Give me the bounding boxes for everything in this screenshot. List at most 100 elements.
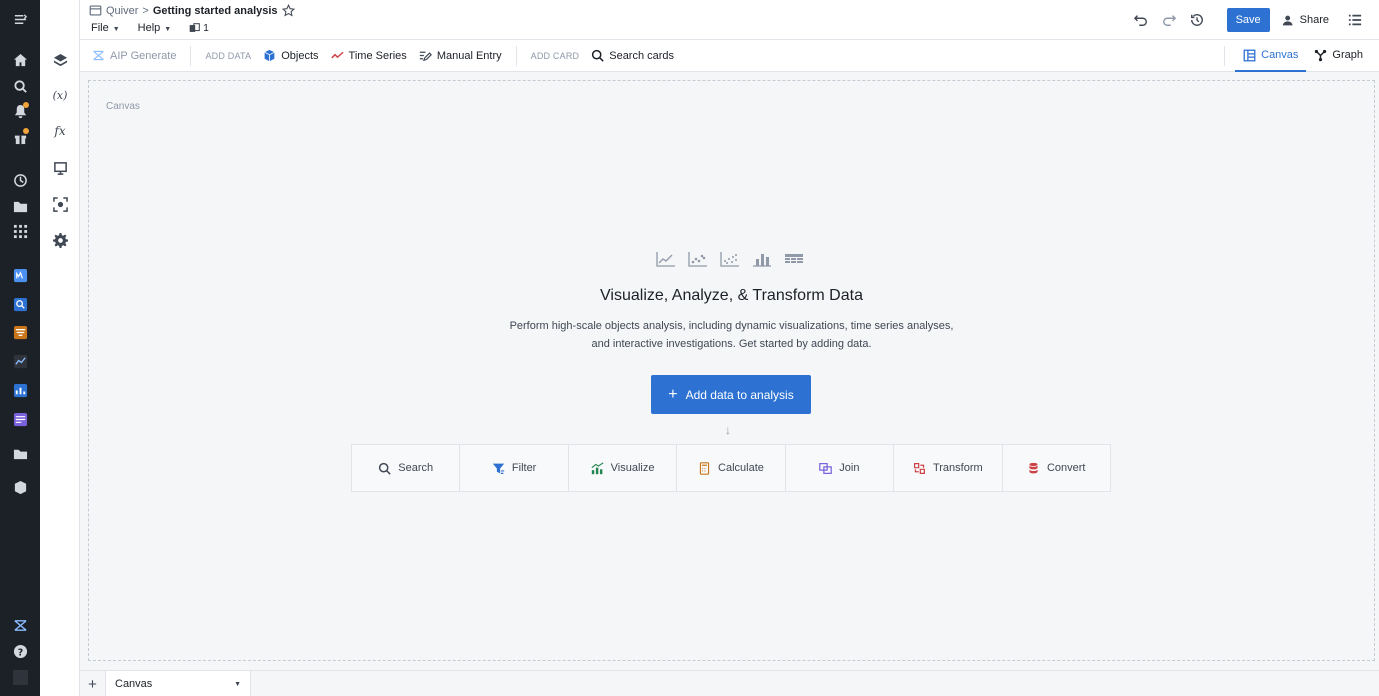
visualize-icon — [591, 461, 604, 474]
density-plot-icon — [720, 252, 739, 267]
calculate-icon — [699, 461, 710, 475]
redo-icon[interactable] — [1155, 6, 1183, 34]
action-calculate[interactable]: Calculate — [677, 445, 786, 491]
notifications-icon[interactable] — [10, 101, 30, 121]
pages-icon — [189, 22, 201, 32]
history-icon[interactable] — [10, 170, 30, 190]
version-history-icon[interactable] — [1183, 6, 1211, 34]
search-icon — [592, 49, 604, 62]
canvas-label: Canvas — [106, 101, 140, 112]
app-icon-explorer[interactable] — [10, 294, 30, 314]
undo-icon[interactable] — [1127, 6, 1155, 34]
chevron-down-icon: ▼ — [164, 26, 172, 33]
focus-icon[interactable] — [50, 194, 70, 214]
canvas-tab-label: Canvas — [115, 678, 153, 690]
chevron-down-icon: ▼ — [112, 26, 120, 33]
help-icon[interactable]: ? — [10, 641, 30, 661]
app-icon-files[interactable] — [10, 443, 30, 463]
menu-file[interactable]: File ▼ — [91, 22, 120, 34]
gift-dot — [23, 128, 29, 134]
toolbar-divider — [515, 45, 517, 66]
properties-list-icon[interactable] — [1341, 6, 1369, 34]
canvas-area[interactable]: Canvas Visualize, Analyze, & Transform D… — [88, 80, 1375, 661]
global-nav-rail: ? — [0, 0, 40, 696]
action-transform[interactable]: Transform — [894, 445, 1003, 491]
app-icon-pipeline[interactable] — [10, 322, 30, 342]
line-chart-icon — [330, 51, 344, 59]
tab-graph[interactable]: Graph — [1306, 40, 1371, 72]
action-convert[interactable]: Convert — [1003, 445, 1110, 491]
search-cards-button[interactable]: Search cards — [591, 49, 674, 62]
action-filter[interactable]: Filter — [460, 445, 569, 491]
analysis-title[interactable]: Getting started analysis — [153, 5, 278, 17]
empty-state-description: Perform high-scale objects analysis, inc… — [89, 317, 1374, 353]
menu-help[interactable]: Help ▼ — [138, 22, 172, 34]
transform-icon — [913, 462, 925, 474]
share-button[interactable]: Share — [1282, 14, 1329, 27]
chevron-down-icon[interactable]: ▼ — [234, 681, 241, 688]
tab-canvas[interactable]: Canvas — [1235, 40, 1307, 72]
app-icon-objects[interactable] — [10, 477, 30, 497]
add-toolbar: AIP Generate ADD DATA Objects Time Serie… — [80, 40, 1379, 72]
add-data-to-analysis-button[interactable]: + Add data to analysis — [651, 375, 811, 414]
breadcrumb-separator: > — [142, 4, 149, 17]
add-canvas-tab-button[interactable]: + — [80, 671, 106, 696]
manual-entry-button[interactable]: Manual Entry — [419, 49, 502, 62]
bar-chart-icon — [753, 254, 771, 267]
save-button[interactable]: Save — [1226, 8, 1270, 32]
action-visualize[interactable]: Visualize — [569, 445, 678, 491]
person-icon — [1282, 15, 1293, 25]
action-card-row: Search Filter Visualize Calculate Join T… — [351, 444, 1111, 492]
tool-sidebar: (x) fx — [40, 0, 80, 696]
notification-dot — [23, 102, 29, 108]
star-icon[interactable] — [281, 4, 295, 17]
aip-generate-button[interactable]: AIP Generate — [92, 49, 176, 62]
app-icon-quiver[interactable] — [10, 351, 30, 371]
folder-icon[interactable] — [10, 196, 30, 216]
filter-icon — [492, 463, 505, 474]
search-icon[interactable] — [10, 76, 30, 96]
home-icon[interactable] — [10, 50, 30, 70]
manual-entry-icon — [419, 51, 432, 62]
gift-icon[interactable] — [10, 127, 30, 147]
action-search[interactable]: Search — [352, 445, 461, 491]
quiver-app: ? (x) fx Quiver > Getting started analys… — [0, 0, 1379, 696]
aip-icon[interactable] — [10, 615, 30, 635]
description-line-1: Perform high-scale objects analysis, inc… — [509, 320, 954, 332]
arrow-down-icon: ↓ — [725, 423, 731, 437]
convert-icon — [1029, 462, 1038, 473]
description-line-2: and interactive investigations. Get star… — [591, 338, 872, 350]
line-chart-icon — [656, 252, 675, 267]
plus-icon: + — [668, 385, 678, 403]
canvas-tab[interactable]: Canvas ▼ — [106, 671, 251, 696]
page-count[interactable]: 1 — [189, 22, 209, 34]
menu-collapse-icon[interactable] — [10, 9, 30, 29]
cube-icon — [264, 49, 275, 62]
app-header: Quiver > Getting started analysis File ▼ … — [80, 0, 1379, 40]
variables-icon[interactable]: (x) — [50, 85, 70, 105]
empty-state-heading: Visualize, Analyze, & Transform Data — [600, 287, 863, 304]
view-tabs: Canvas Graph — [1224, 40, 1379, 72]
breadcrumb: Quiver > Getting started analysis — [89, 4, 295, 17]
objects-button[interactable]: Objects — [263, 49, 319, 62]
app-icon-contour[interactable] — [10, 380, 30, 400]
dashboard-icon[interactable] — [50, 158, 70, 178]
apps-grid-icon[interactable] — [10, 221, 30, 241]
add-card-section-label: ADD CARD — [530, 50, 580, 61]
search-icon — [379, 462, 391, 475]
layers-icon[interactable] — [50, 50, 70, 70]
function-icon[interactable]: fx — [50, 121, 70, 141]
action-join[interactable]: Join — [786, 445, 895, 491]
canvas-layout-icon — [1243, 49, 1256, 61]
settings-gear-icon[interactable] — [50, 230, 70, 250]
graph-icon — [1315, 49, 1327, 61]
svg-text:?: ? — [17, 647, 22, 658]
account-avatar-icon[interactable] — [10, 667, 30, 687]
app-icon-workshop[interactable] — [10, 265, 30, 285]
toolbar-divider — [1224, 46, 1226, 66]
menu-bar: File ▼ Help ▼ 1 — [91, 22, 209, 34]
header-actions: Save Share — [1127, 0, 1379, 40]
app-icon-slate[interactable] — [10, 409, 30, 429]
time-series-button[interactable]: Time Series — [330, 49, 407, 62]
breadcrumb-app[interactable]: Quiver — [106, 5, 138, 17]
